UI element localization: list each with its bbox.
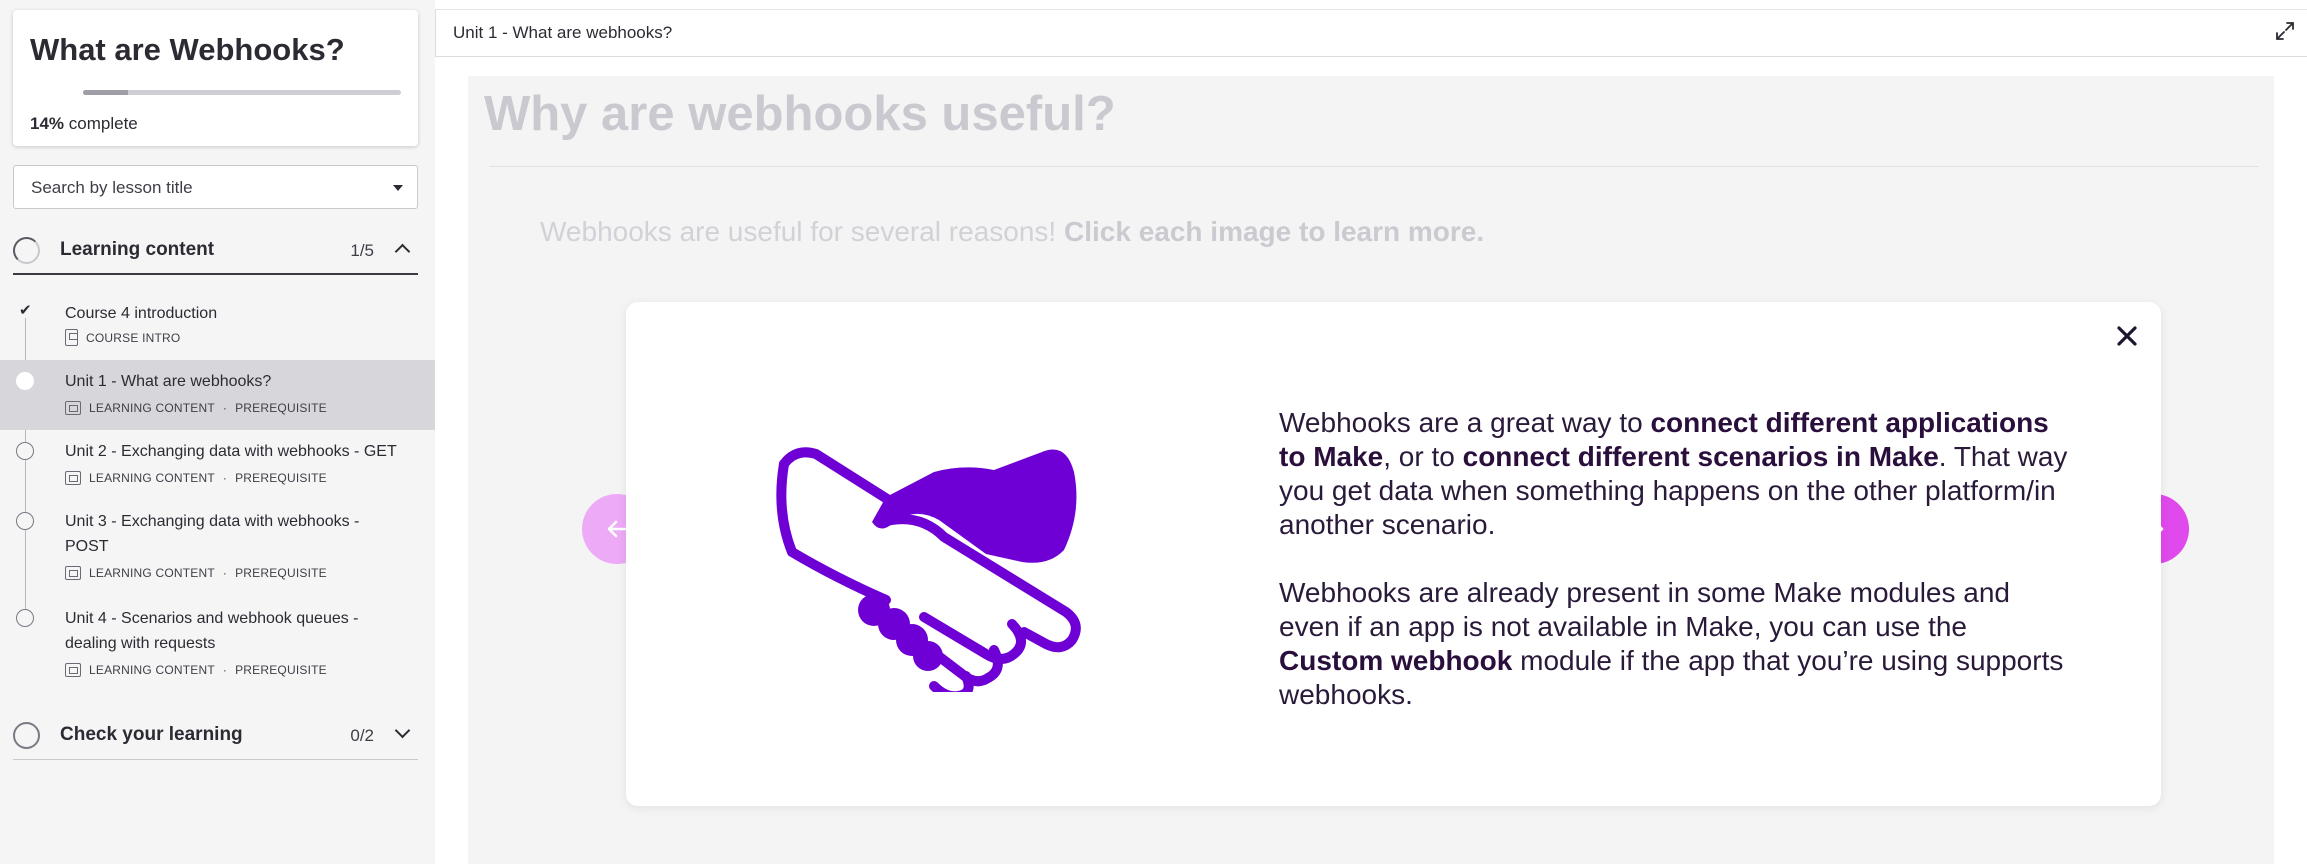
- handshake-icon: [776, 447, 1081, 692]
- intro-text: Webhooks are useful for several reasons!…: [540, 216, 1484, 248]
- lesson-header-bar: Unit 1 - What are webhooks?: [435, 9, 2307, 57]
- section-title: Check your learning: [60, 724, 243, 745]
- text-run: Webhooks are already present in some Mak…: [1279, 577, 2010, 642]
- lesson-requirement: PREREQUISITE: [235, 566, 327, 580]
- check-icon: ✔: [19, 302, 32, 319]
- text-run-bold: Custom webhook: [1279, 645, 1513, 676]
- slides-icon: [65, 566, 81, 580]
- slides-icon: [65, 401, 81, 415]
- caret-down-icon: [393, 185, 403, 191]
- lesson-item-course-intro[interactable]: ✔ Course 4 introduction COURSE INTRO: [0, 296, 435, 358]
- lesson-type: LEARNING CONTENT: [89, 663, 215, 677]
- progress-suffix: complete: [68, 114, 138, 133]
- text-run: , or to: [1383, 441, 1463, 472]
- slides-icon: [65, 663, 81, 677]
- lesson-title: Unit 3 - Exchanging data with webhooks -…: [65, 513, 360, 555]
- meta-separator: ·: [222, 471, 228, 485]
- lesson-type: COURSE INTRO: [86, 330, 181, 345]
- progress-percent: 14%: [30, 114, 65, 133]
- lesson-title: Unit 1 - What are webhooks?: [65, 373, 272, 390]
- page-heading: Why are webhooks useful?: [484, 87, 1116, 141]
- text-run: Webhooks are a great way to: [1279, 407, 1651, 438]
- section-count: 0/2: [350, 726, 374, 745]
- section-check-your-learning[interactable]: Check your learning 0/2: [13, 708, 418, 760]
- chevron-down-icon[interactable]: [394, 722, 411, 739]
- lesson-title: Unit 4 - Scenarios and webhook queues - …: [65, 610, 359, 652]
- course-summary-card: What are Webhooks? 14% complete: [13, 10, 418, 146]
- section-count: 1/5: [350, 241, 374, 260]
- lesson-meta: LEARNING CONTENT · PREREQUISITE: [65, 566, 327, 580]
- lesson-search-select[interactable]: Search by lesson title: [13, 165, 418, 209]
- lesson-requirement: PREREQUISITE: [235, 471, 327, 485]
- lesson-meta: LEARNING CONTENT · PREREQUISITE: [65, 401, 327, 415]
- document-icon: [65, 329, 78, 346]
- lesson-status-dot-icon: [16, 372, 34, 390]
- lesson-meta: COURSE INTRO: [65, 329, 180, 346]
- course-progress-bar: [83, 90, 401, 95]
- close-icon[interactable]: [2111, 320, 2143, 352]
- lesson-search-placeholder: Search by lesson title: [31, 178, 193, 197]
- intro-bold: Click each image to learn more.: [1063, 216, 1485, 247]
- lesson-item-unit-3[interactable]: Unit 3 - Exchanging data with webhooks -…: [0, 504, 435, 592]
- section-progress-ring-icon: [13, 237, 40, 264]
- course-sidebar: What are Webhooks? 14% complete Search b…: [0, 0, 435, 864]
- info-modal: Webhooks are a great way to connect diff…: [626, 302, 2161, 806]
- section-progress-ring-icon: [13, 722, 40, 749]
- lesson-status-dot-icon: [16, 512, 34, 530]
- intro-plain: Webhooks are useful for several reasons!: [540, 216, 1064, 247]
- text-run-bold: connect different scenarios in Make: [1462, 441, 1939, 472]
- lesson-title: Unit 2 - Exchanging data with webhooks -…: [65, 443, 397, 460]
- lesson-breadcrumb: Unit 1 - What are webhooks?: [453, 23, 673, 42]
- lesson-item-unit-2[interactable]: Unit 2 - Exchanging data with webhooks -…: [0, 432, 435, 496]
- chevron-up-icon[interactable]: [394, 243, 411, 260]
- lesson-status-dot-icon: [16, 442, 34, 460]
- lesson-item-unit-4[interactable]: Unit 4 - Scenarios and webhook queues - …: [0, 601, 435, 689]
- lesson-title: Course 4 introduction: [65, 305, 218, 322]
- lesson-main: Unit 1 - What are webhooks? Why are webh…: [435, 0, 2307, 864]
- modal-paragraph-2: Webhooks are already present in some Mak…: [1279, 576, 2069, 712]
- lesson-type: LEARNING CONTENT: [89, 566, 215, 580]
- lesson-meta: LEARNING CONTENT · PREREQUISITE: [65, 663, 327, 677]
- course-progress-fill: [83, 90, 128, 95]
- course-title: What are Webhooks?: [30, 32, 345, 67]
- lesson-status-dot-icon: [16, 609, 34, 627]
- slides-icon: [65, 471, 81, 485]
- section-learning-content[interactable]: Learning content 1/5: [13, 223, 418, 275]
- meta-separator: ·: [222, 566, 228, 580]
- section-title: Learning content: [60, 239, 215, 260]
- expand-icon[interactable]: [2275, 21, 2295, 41]
- lesson-type: LEARNING CONTENT: [89, 401, 215, 415]
- lesson-requirement: PREREQUISITE: [235, 663, 327, 677]
- lesson-meta: LEARNING CONTENT · PREREQUISITE: [65, 471, 327, 485]
- lesson-item-unit-1[interactable]: Unit 1 - What are webhooks? LEARNING CON…: [0, 360, 435, 430]
- lesson-requirement: PREREQUISITE: [235, 401, 327, 415]
- meta-separator: ·: [222, 663, 228, 677]
- modal-paragraph-1: Webhooks are a great way to connect diff…: [1279, 406, 2069, 542]
- meta-separator: ·: [222, 401, 228, 415]
- heading-divider: [489, 166, 2259, 167]
- modal-body-text: Webhooks are a great way to connect diff…: [1279, 406, 2069, 712]
- course-progress-text: 14% complete: [30, 114, 138, 134]
- lesson-type: LEARNING CONTENT: [89, 471, 215, 485]
